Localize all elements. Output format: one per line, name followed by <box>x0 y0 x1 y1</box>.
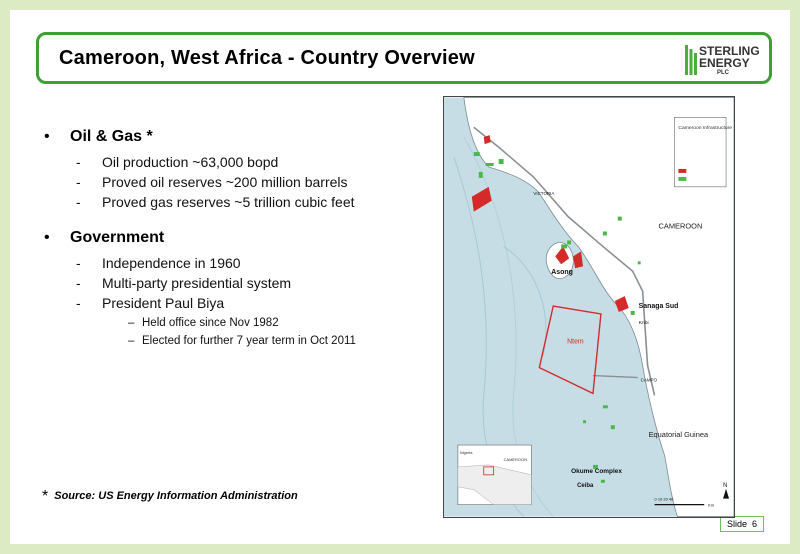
section-government: • Government - Independence in 1960 - Multi… <box>44 229 424 348</box>
list-item: - President Paul Biya <box>76 295 225 311</box>
footnote-star: * <box>42 488 49 505</box>
slide-title: Cameroon, West Africa - Country Overview <box>59 47 475 69</box>
cameroon-map: Cameroon Infrastructure Nigeria CAMEROON… <box>443 96 735 518</box>
legend-title: Cameroon Infrastructure <box>678 125 732 131</box>
label-ntem: Ntem <box>567 339 584 346</box>
logo-bars-icon <box>685 45 697 75</box>
legend-swatch-green <box>678 176 687 181</box>
section-heading: Oil & Gas * <box>70 128 153 145</box>
bullet-list: • Oil & Gas * - Oil production ~63,000 bop… <box>44 128 424 366</box>
section-heading: Government <box>70 229 165 246</box>
svg-text:CAMEROON: CAMEROON <box>504 457 528 462</box>
bullet-icon: • <box>44 229 50 246</box>
map-graphic: Cameroon Infrastructure Nigeria CAMEROON… <box>444 97 734 517</box>
sterling-energy-logo: STERLING ENERGY PLC <box>685 43 760 77</box>
sub-list-item: – Held office since Nov 1982 <box>128 317 279 329</box>
svg-text:Km: Km <box>708 503 715 508</box>
label-cameroon: CAMEROON <box>659 222 703 231</box>
label-okume-complex: Okume Complex <box>571 468 622 475</box>
label-campo: CAMPO <box>641 377 658 382</box>
label-victoria: VICTORIA <box>533 191 554 196</box>
label-kribi: Kribi <box>639 320 649 326</box>
logo-line-2: ENERGY <box>699 56 750 70</box>
label-asong: Asong <box>551 269 573 276</box>
svg-text:Nigeria: Nigeria <box>460 450 473 455</box>
slide: Cameroon, West Africa - Country Overview… <box>10 10 790 544</box>
section-oil-gas: • Oil & Gas * - Oil production ~63,000 bop… <box>44 128 424 211</box>
source-note: * Source: US Energy Information Administr… <box>42 488 298 506</box>
source-text: Source: US Energy Information Administra… <box>54 490 298 502</box>
logo-line-3: PLC <box>717 70 729 76</box>
sub-list-item: – Elected for further 7 year term in Oct … <box>128 335 356 347</box>
list-item: - Oil production ~63,000 bopd <box>76 154 279 170</box>
list-item: - Independence in 1960 <box>76 255 241 271</box>
list-item: - Multi-party presidential system <box>76 275 292 291</box>
list-item: - Proved gas reserves ~5 trillion cubic f… <box>76 194 355 210</box>
legend-swatch-red <box>678 168 687 173</box>
list-item: - Proved oil reserves ~200 million barrel… <box>76 174 348 190</box>
svg-text:N: N <box>723 483 727 489</box>
title-box: Cameroon, West Africa - Country Overview… <box>36 32 772 84</box>
slide-number-badge: Slide 6 <box>719 516 764 532</box>
svg-text:0 10 20 40: 0 10 20 40 <box>655 497 675 502</box>
label-sanaga-sud: Sanaga Sud <box>639 303 679 310</box>
bullet-icon: • <box>44 128 50 145</box>
label-ceiba: Ceiba <box>577 483 594 489</box>
label-equatorial-guinea: Equatorial Guinea <box>649 430 709 439</box>
